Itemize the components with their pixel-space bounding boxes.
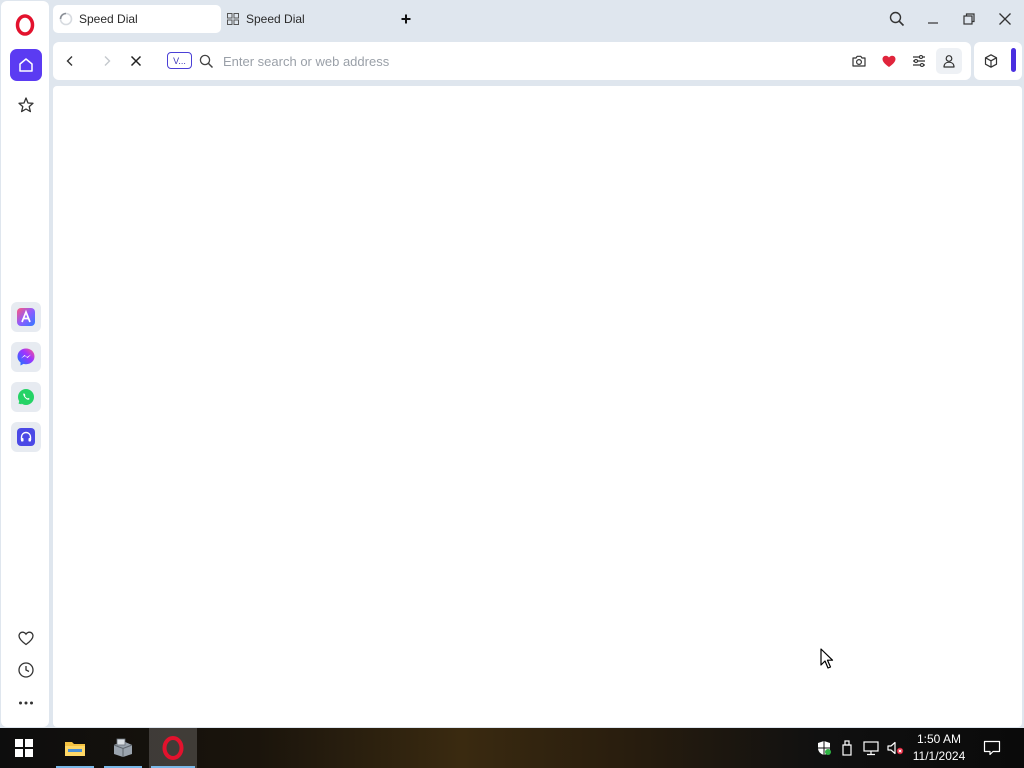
tab-speed-dial[interactable]: Speed Dial bbox=[224, 5, 384, 33]
clock-icon bbox=[18, 662, 34, 678]
sidebar-item-messenger[interactable] bbox=[11, 342, 41, 372]
star-icon bbox=[18, 97, 34, 113]
tab-label: Speed Dial bbox=[79, 12, 138, 26]
restore-button[interactable] bbox=[956, 6, 982, 32]
heart-filled-icon bbox=[882, 55, 896, 67]
easy-setup-button[interactable] bbox=[909, 51, 929, 71]
tray-network[interactable] bbox=[860, 728, 882, 768]
whatsapp-icon bbox=[18, 389, 34, 405]
taskbar-installer[interactable] bbox=[102, 728, 144, 768]
home-icon bbox=[19, 58, 33, 72]
profile-button[interactable] bbox=[936, 48, 962, 74]
taskbar-opera[interactable] bbox=[149, 728, 197, 768]
usb-device-icon bbox=[842, 740, 852, 756]
settings-sliders-icon bbox=[913, 54, 925, 68]
restore-icon bbox=[963, 13, 975, 25]
shield-icon bbox=[818, 741, 831, 755]
heart-icon bbox=[18, 631, 34, 646]
chevron-right-icon bbox=[104, 56, 111, 66]
taskbar-clock[interactable]: 1:50 AM 11/1/2024 bbox=[906, 731, 972, 765]
my-flow-button[interactable] bbox=[879, 51, 899, 71]
opera-logo-icon[interactable] bbox=[15, 14, 35, 36]
speed-dial-grid-icon bbox=[227, 13, 239, 25]
close-icon bbox=[130, 55, 142, 67]
minimize-button[interactable] bbox=[920, 6, 946, 32]
tab-label: Speed Dial bbox=[246, 12, 305, 26]
box-icon bbox=[113, 738, 133, 757]
windows-logo-icon bbox=[15, 739, 33, 757]
chevron-left-icon bbox=[66, 56, 73, 66]
back-button[interactable] bbox=[60, 51, 80, 71]
search-icon bbox=[199, 54, 213, 68]
opera-icon bbox=[162, 736, 184, 760]
cube-icon bbox=[984, 54, 998, 68]
address-input[interactable] bbox=[223, 50, 823, 72]
vpn-badge[interactable]: V... bbox=[167, 52, 192, 69]
sidebar bbox=[1, 1, 49, 727]
loading-spinner-icon bbox=[59, 12, 73, 26]
close-icon bbox=[999, 13, 1011, 25]
action-center-button[interactable] bbox=[978, 728, 1006, 768]
tab-speed-dial-active[interactable]: Speed Dial bbox=[53, 5, 221, 33]
sidebar-item-home[interactable] bbox=[10, 49, 42, 81]
extensions-button[interactable] bbox=[981, 51, 1001, 71]
clock-date: 11/1/2024 bbox=[912, 749, 966, 763]
folder-icon bbox=[65, 742, 85, 756]
vpn-badge-label: V... bbox=[173, 55, 186, 66]
plus-icon bbox=[401, 14, 411, 24]
messenger-icon bbox=[17, 348, 35, 366]
search-engine-icon-wrap bbox=[196, 51, 216, 71]
address-toolbar: V... bbox=[53, 42, 971, 80]
profile-icon bbox=[943, 55, 955, 68]
sidebar-item-aria[interactable] bbox=[11, 302, 41, 332]
mouse-cursor-icon bbox=[820, 648, 834, 669]
camera-icon bbox=[852, 55, 866, 67]
toolbar-scroll-indicator[interactable] bbox=[1011, 48, 1016, 72]
sidebar-item-history[interactable] bbox=[10, 654, 42, 686]
minimize-icon bbox=[928, 22, 938, 24]
sidebar-item-more[interactable] bbox=[10, 687, 42, 719]
sidebar-item-bookmarks[interactable] bbox=[10, 89, 42, 121]
stop-loading-button[interactable] bbox=[126, 51, 146, 71]
start-button[interactable] bbox=[0, 728, 48, 768]
search-icon bbox=[889, 11, 905, 27]
headphones-icon bbox=[17, 428, 35, 446]
notification-icon bbox=[983, 740, 1001, 756]
tray-volume[interactable] bbox=[884, 728, 906, 768]
more-icon bbox=[19, 701, 33, 705]
tray-security[interactable] bbox=[814, 728, 834, 768]
network-icon bbox=[863, 741, 879, 756]
new-tab-button[interactable] bbox=[397, 10, 415, 28]
sidebar-item-my-flow[interactable] bbox=[10, 622, 42, 654]
clock-time: 1:50 AM bbox=[916, 732, 962, 746]
sidebar-item-music-player[interactable] bbox=[11, 422, 41, 452]
sidebar-item-whatsapp[interactable] bbox=[11, 382, 41, 412]
snapshot-button[interactable] bbox=[849, 51, 869, 71]
taskbar: 1:50 AM 11/1/2024 bbox=[0, 728, 1024, 768]
volume-muted-icon bbox=[887, 741, 904, 755]
page-content bbox=[53, 86, 1022, 727]
forward-button[interactable] bbox=[97, 51, 117, 71]
taskbar-file-explorer[interactable] bbox=[54, 728, 96, 768]
close-window-button[interactable] bbox=[992, 6, 1018, 32]
aria-icon bbox=[17, 308, 35, 326]
tab-search-button[interactable] bbox=[884, 6, 910, 32]
tray-usb[interactable] bbox=[838, 728, 856, 768]
